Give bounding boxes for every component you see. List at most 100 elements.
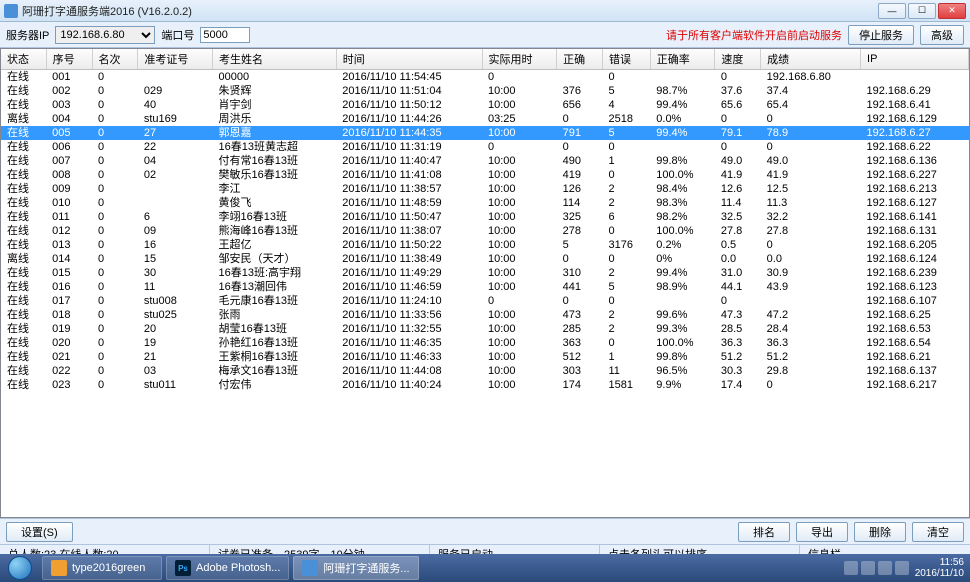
stop-service-button[interactable]: 停止服务	[848, 25, 914, 45]
tray-icon[interactable]	[895, 561, 909, 575]
data-table-container[interactable]: 状态序号名次准考证号考生姓名时间实际用时正确错误正确率速度成绩IP 在线0010…	[0, 48, 970, 518]
table-row[interactable]: 在线022003梅承文16春13班2016/11/10 11:44:0810:0…	[1, 364, 969, 378]
table-row[interactable]: 离线0040stu169周洪乐2016/11/10 11:44:2603:250…	[1, 112, 969, 126]
table-cell: 99.8%	[650, 350, 715, 364]
table-row[interactable]: 在线0020029朱贤辉2016/11/10 11:51:0410:003765…	[1, 84, 969, 98]
table-cell: 2016/11/10 11:46:33	[336, 350, 482, 364]
column-header[interactable]: 成绩	[761, 49, 861, 70]
table-cell: 98.7%	[650, 84, 715, 98]
tray-icon[interactable]	[878, 561, 892, 575]
table-row[interactable]: 在线00602216春13班黄志超2016/11/10 11:31:190000…	[1, 140, 969, 154]
column-header[interactable]: 序号	[46, 49, 92, 70]
table-cell: 2016/11/10 11:50:22	[336, 238, 482, 252]
column-header[interactable]: 速度	[715, 49, 761, 70]
export-button[interactable]: 导出	[796, 522, 848, 542]
system-tray[interactable]: 11:56 2016/11/10	[838, 557, 970, 579]
table-cell: 10:00	[482, 322, 557, 336]
table-row[interactable]: 在线021021王紫桐16春13班2016/11/10 11:46:3310:0…	[1, 350, 969, 364]
table-cell	[557, 70, 603, 85]
table-cell: 441	[557, 280, 603, 294]
taskbar-item[interactable]: PsAdobe Photosh...	[166, 556, 289, 580]
table-cell: 付宏伟	[212, 378, 336, 392]
table-cell: 03:25	[482, 112, 557, 126]
taskbar-item[interactable]: 阿珊打字通服务...	[293, 556, 418, 580]
column-header[interactable]: 实际用时	[482, 49, 557, 70]
maximize-button[interactable]: ☐	[908, 3, 936, 19]
table-row[interactable]: 在线01503016春13班:高宇翔2016/11/10 11:49:2910:…	[1, 266, 969, 280]
table-row[interactable]: 在线020019孙艳红16春13班2016/11/10 11:46:3510:0…	[1, 336, 969, 350]
column-header[interactable]: 状态	[1, 49, 46, 70]
tray-icon[interactable]	[861, 561, 875, 575]
table-row[interactable]: 在线019020胡莹16春13班2016/11/10 11:32:5510:00…	[1, 322, 969, 336]
table-cell: 0	[92, 364, 138, 378]
table-row[interactable]: 在线007004付有常16春13班2016/11/10 11:40:4710:0…	[1, 154, 969, 168]
table-cell: 0	[602, 224, 650, 238]
table-cell: 2016/11/10 11:24:10	[336, 294, 482, 308]
close-button[interactable]: ✕	[938, 3, 966, 19]
port-input[interactable]	[200, 27, 250, 43]
table-cell: 22	[138, 140, 213, 154]
table-row[interactable]: 离线014015邹安民（天才）2016/11/10 11:38:4910:000…	[1, 252, 969, 266]
table-cell: 29.8	[761, 364, 861, 378]
table-cell: 10:00	[482, 210, 557, 224]
server-ip-select[interactable]: 192.168.6.80	[55, 26, 155, 44]
table-row[interactable]: 在线013016王超亿2016/11/10 11:50:2210:0053176…	[1, 238, 969, 252]
table-cell: 0.5	[715, 238, 761, 252]
table-cell: 490	[557, 154, 603, 168]
table-cell: 28.5	[715, 322, 761, 336]
table-cell: 在线	[1, 336, 46, 350]
table-row[interactable]: 在线0230stu011付宏伟2016/11/10 11:40:2410:001…	[1, 378, 969, 392]
table-cell: 192.168.6.217	[861, 378, 969, 392]
minimize-button[interactable]: —	[878, 3, 906, 19]
column-header[interactable]: 考生姓名	[212, 49, 336, 70]
table-row[interactable]: 在线0090李江2016/11/10 11:38:5710:00126298.4…	[1, 182, 969, 196]
column-header[interactable]: IP	[861, 49, 969, 70]
table-cell: 郭恩嘉	[212, 126, 336, 140]
advanced-button[interactable]: 高级	[920, 25, 964, 45]
table-cell: 419	[557, 168, 603, 182]
column-header[interactable]: 错误	[602, 49, 650, 70]
settings-button[interactable]: 设置(S)	[6, 522, 73, 542]
table-cell: 99.4%	[650, 98, 715, 112]
table-row[interactable]: 在线005027郭恩嘉2016/11/10 11:44:3510:0079159…	[1, 126, 969, 140]
table-cell: 40	[138, 98, 213, 112]
footer-toolbar: 设置(S) 排名 导出 删除 清空	[0, 518, 970, 544]
table-row[interactable]: 在线008002樊敏乐16春13班2016/11/10 11:41:0810:0…	[1, 168, 969, 182]
column-header[interactable]: 正确	[557, 49, 603, 70]
table-cell: 黄俊飞	[212, 196, 336, 210]
column-header[interactable]: 正确率	[650, 49, 715, 70]
table-cell: 2016/11/10 11:40:47	[336, 154, 482, 168]
table-cell: 朱贤辉	[212, 84, 336, 98]
table-cell: stu008	[138, 294, 213, 308]
table-row[interactable]: 在线012009熊海峰16春13班2016/11/10 11:38:0710:0…	[1, 224, 969, 238]
clear-button[interactable]: 清空	[912, 522, 964, 542]
table-row[interactable]: 在线01106李翊16春13班2016/11/10 11:50:4710:003…	[1, 210, 969, 224]
column-header[interactable]: 准考证号	[138, 49, 213, 70]
table-row[interactable]: 在线0010000002016/11/10 11:54:45000192.168…	[1, 70, 969, 85]
table-row[interactable]: 在线0170stu008毛元康16春13班2016/11/10 11:24:10…	[1, 294, 969, 308]
table-cell: 0	[557, 140, 603, 154]
table-row[interactable]: 在线0100黄俊飞2016/11/10 11:48:5910:00114298.…	[1, 196, 969, 210]
clock[interactable]: 11:56 2016/11/10	[915, 557, 964, 579]
folder-icon	[51, 560, 67, 576]
taskbar-item[interactable]: type2016green	[42, 556, 162, 580]
table-cell: 2016/11/10 11:31:19	[336, 140, 482, 154]
table-row[interactable]: 在线01601116春13潮回伟2016/11/10 11:46:5910:00…	[1, 280, 969, 294]
table-cell: 在线	[1, 350, 46, 364]
table-cell: 192.168.6.131	[861, 224, 969, 238]
tray-icon[interactable]	[844, 561, 858, 575]
table-cell: 离线	[1, 112, 46, 126]
table-row[interactable]: 在线0180stu025张雨2016/11/10 11:33:5610:0047…	[1, 308, 969, 322]
rank-button[interactable]: 排名	[738, 522, 790, 542]
column-header[interactable]: 时间	[336, 49, 482, 70]
table-cell: 41.9	[761, 168, 861, 182]
table-row[interactable]: 在线003040肖宇剑2016/11/10 11:50:1210:0065649…	[1, 98, 969, 112]
column-header[interactable]: 名次	[92, 49, 138, 70]
start-button[interactable]	[0, 554, 40, 582]
table-cell: 0.2%	[650, 238, 715, 252]
table-cell: 在线	[1, 210, 46, 224]
table-cell: 在线	[1, 224, 46, 238]
delete-button[interactable]: 删除	[854, 522, 906, 542]
table-cell: 44.1	[715, 280, 761, 294]
table-cell: 022	[46, 364, 92, 378]
